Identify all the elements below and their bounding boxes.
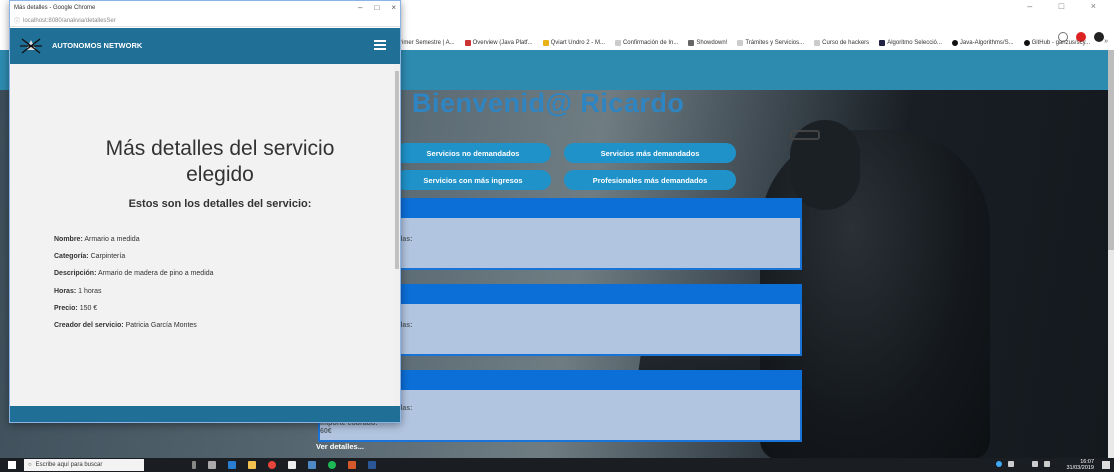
popup-content: Más detalles del servicio elegido Estos …	[10, 64, 394, 406]
servicios-mas-demandados-button[interactable]: Servicios más demandados	[564, 143, 736, 163]
popup-window-controls: – □ ×	[358, 3, 396, 12]
spotify-icon[interactable]	[328, 461, 336, 469]
background-scrollbar-thumb[interactable]	[1108, 50, 1114, 250]
popup-footer	[10, 406, 400, 422]
github-icon	[951, 40, 958, 46]
windows-taskbar: ○ Escribe aquí para buscar 16:07 31/03/2…	[0, 458, 1114, 472]
bookmark-favicon-icon	[688, 40, 695, 46]
details-subtitle: Estos son los detalles del servicio:	[128, 198, 312, 210]
notification-icon[interactable]	[1102, 461, 1110, 469]
bookmarks-overflow-icon[interactable]: »	[1104, 38, 1108, 45]
servicios-mas-ingresos-button[interactable]: Servicios con más ingresos	[395, 170, 551, 190]
microphone-icon[interactable]	[192, 461, 196, 469]
close-icon[interactable]: ×	[391, 3, 396, 12]
servicios-no-demandados-button[interactable]: Servicios no demandados	[395, 143, 551, 163]
app-icon[interactable]	[308, 461, 316, 469]
page-title: Más detalles del servicio elegido	[105, 137, 335, 186]
taskbar-search-placeholder: Escribe aquí para buscar	[35, 462, 103, 468]
taskbar-clock[interactable]: 16:07 31/03/2019	[1066, 459, 1094, 471]
bookmark-item[interactable]: Showdown!	[688, 40, 727, 46]
volume-icon[interactable]	[1044, 461, 1050, 467]
detail-value: 1 horas	[78, 288, 102, 295]
background-window-controls[interactable]: – □ ×	[1027, 1, 1108, 11]
popup-url: localhost:8080/anakvia/detallesSer	[23, 17, 116, 24]
bookmark-item[interactable]: Trámites y Servicios...	[737, 40, 804, 46]
bookmark-item[interactable]: Curso de hackers	[814, 40, 869, 46]
popup-scrollbar-thumb[interactable]	[395, 71, 399, 269]
detail-descripcion: Descripción: Armario de madera de pino a…	[54, 270, 214, 277]
bookmark-item[interactable]: Overview (Java Platf...	[464, 40, 533, 46]
page-icon	[614, 40, 621, 46]
popup-navbar: AUTONOMOS NETWORK	[10, 28, 400, 64]
tray-icon[interactable]	[996, 461, 1002, 467]
edge-icon[interactable]	[228, 461, 236, 469]
detail-horas: Horas: 1 horas	[54, 288, 102, 295]
card-text-fragment: etadas:	[388, 405, 800, 412]
detail-value: Armario a medida	[84, 236, 140, 243]
file-explorer-icon[interactable]	[248, 461, 256, 469]
bookmark-favicon-icon	[879, 40, 886, 46]
ver-detalles-link[interactable]: Ver detalles...	[316, 442, 364, 451]
detail-label: Categoría:	[54, 253, 89, 260]
bookmark-item[interactable]: Confirmación de In...	[614, 40, 678, 46]
hamburger-menu-icon[interactable]	[374, 40, 386, 50]
chevron-up-icon[interactable]	[1020, 461, 1026, 467]
bookmarks-bar: rimer Semestre | A... Overview (Java Pla…	[400, 36, 1114, 50]
bookmark-favicon-icon	[542, 40, 549, 46]
bookmark-item[interactable]: Qviart Undro 2 - M...	[542, 40, 605, 46]
detail-creador: Creador del servicio: Patricia García Mo…	[54, 322, 197, 329]
detail-label: Descripción:	[54, 270, 97, 277]
minimize-icon[interactable]: –	[358, 3, 362, 12]
maximize-icon[interactable]: □	[374, 3, 379, 12]
detail-nombre: Nombre: Armario a medida	[54, 236, 140, 243]
detail-categoria: Categoría: Carpintería	[54, 253, 125, 260]
popup-window: Más detalles - Google Chrome – □ × ⓘ loc…	[9, 0, 401, 423]
bookmark-item[interactable]: Algoritmo Selecció...	[879, 40, 942, 46]
system-tray	[996, 461, 1050, 467]
card-text-fragment: co	[388, 398, 800, 405]
page-icon	[737, 40, 744, 46]
info-icon: ⓘ	[14, 19, 21, 25]
taskbar-apps	[192, 461, 376, 469]
brand-logo-icon[interactable]	[20, 36, 42, 56]
word-icon[interactable]	[368, 461, 376, 469]
detail-label: Precio:	[54, 305, 78, 312]
bookmark-favicon-icon	[464, 40, 471, 46]
github-icon	[1023, 40, 1030, 46]
people-icon[interactable]	[1008, 461, 1014, 467]
bookmark-item[interactable]: Java-Algorithms/S...	[951, 40, 1014, 46]
taskbar-search-box[interactable]: ○ Escribe aquí para buscar	[24, 459, 144, 471]
app-icon[interactable]	[348, 461, 356, 469]
chrome-icon[interactable]	[268, 461, 276, 469]
store-icon[interactable]	[288, 461, 296, 469]
search-icon: ○	[28, 462, 32, 468]
detail-value: Carpintería	[90, 253, 126, 260]
detail-value: Patricia García Montes	[125, 322, 197, 329]
network-icon[interactable]	[1032, 461, 1038, 467]
detail-value: 150 €	[79, 305, 98, 312]
detail-value: Armario de madera de pino a medida	[97, 270, 214, 277]
page-icon	[814, 40, 821, 46]
bookmark-item[interactable]: rimer Semestre | A...	[400, 40, 455, 46]
task-view-icon[interactable]	[208, 461, 216, 469]
profesionales-mas-demandados-button[interactable]: Profesionales más demandados	[564, 170, 736, 190]
bookmark-item[interactable]: GitHub - ganzus/scy...	[1023, 40, 1090, 46]
brand-name[interactable]: AUTONOMOS NETWORK	[52, 41, 142, 50]
importe-cobrado-value: 60€	[320, 428, 332, 435]
popup-titlebar: Más detalles - Google Chrome – □ ×	[10, 1, 400, 15]
detail-label: Creador del servicio:	[54, 322, 124, 329]
popup-address-bar[interactable]: ⓘ localhost:8080/anakvia/detallesSer	[10, 15, 400, 27]
detail-label: Horas:	[54, 288, 77, 295]
welcome-heading: Bienvenid@ Ricardo	[412, 88, 685, 118]
start-button[interactable]	[0, 458, 24, 472]
popup-window-title: Más detalles - Google Chrome	[14, 5, 96, 11]
clock-date: 31/03/2019	[1066, 465, 1094, 471]
windows-logo-icon	[8, 461, 16, 469]
detail-label: Nombre:	[54, 236, 83, 243]
background-glasses-shape	[790, 130, 820, 140]
detail-precio: Precio: 150 €	[54, 305, 97, 312]
